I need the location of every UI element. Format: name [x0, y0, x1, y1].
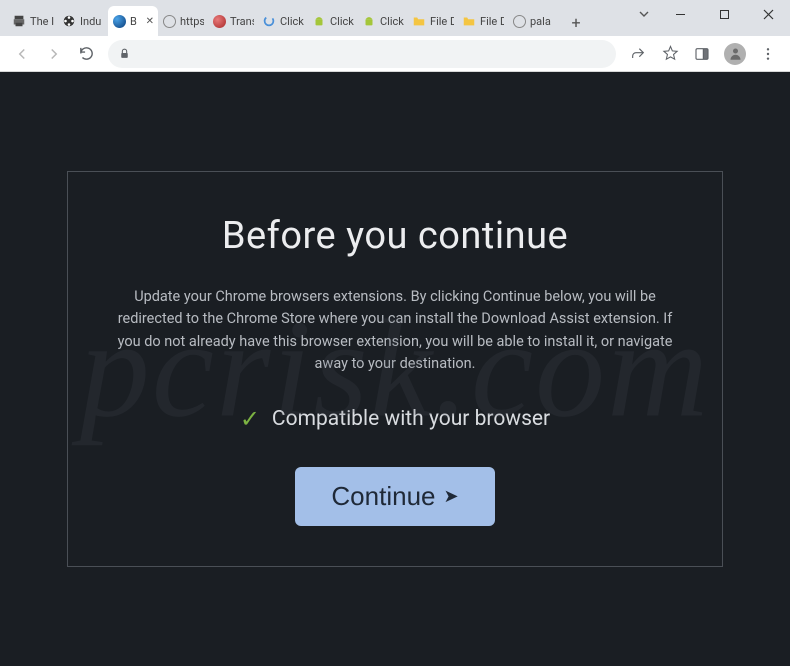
tab-label: File D — [480, 15, 504, 28]
red-circle-icon — [212, 14, 226, 28]
tab-label: Click — [280, 15, 304, 28]
sidepanel-button[interactable] — [688, 40, 716, 68]
printer-icon — [12, 14, 26, 28]
bookmark-button[interactable] — [656, 40, 684, 68]
tab-6[interactable]: Click — [308, 6, 358, 36]
back-button[interactable] — [8, 40, 36, 68]
tab-label: B — [130, 15, 144, 28]
address-bar[interactable] — [108, 40, 616, 68]
arrow-icon: ➤ — [443, 486, 458, 507]
profile-button[interactable] — [724, 43, 746, 65]
tab-label: https — [180, 15, 204, 28]
globe-icon — [512, 14, 526, 28]
tabs-row: The I Indu B ✕ https Trans — [0, 0, 590, 36]
tab-5[interactable]: Click — [258, 6, 308, 36]
window-titlebar: The I Indu B ✕ https Trans — [0, 0, 790, 36]
tab-label: Indu — [80, 15, 104, 28]
close-icon[interactable]: ✕ — [146, 16, 154, 27]
compatibility-text: Compatible with your browser — [272, 407, 550, 431]
tab-0[interactable]: The I — [8, 6, 58, 36]
maximize-button[interactable] — [702, 0, 746, 28]
toolbar-right — [624, 40, 782, 68]
tab-4[interactable]: Trans — [208, 6, 258, 36]
folder-icon — [412, 14, 426, 28]
dialog-body: Update your Chrome browsers extensions. … — [110, 286, 680, 376]
compatibility-row: ✓ Compatible with your browser — [110, 405, 680, 433]
continue-button[interactable]: Continue ➤ — [295, 467, 494, 526]
continue-dialog: Before you continue Update your Chrome b… — [67, 171, 723, 568]
tab-label: pala — [530, 15, 554, 28]
globe-icon — [162, 14, 176, 28]
tab-7[interactable]: Click — [358, 6, 408, 36]
checkmark-icon: ✓ — [240, 405, 260, 433]
blue-globe-icon — [112, 14, 126, 28]
android-icon — [312, 14, 326, 28]
minimize-button[interactable] — [658, 0, 702, 28]
forward-button[interactable] — [40, 40, 68, 68]
window-controls — [630, 0, 790, 30]
tab-10[interactable]: pala — [508, 6, 558, 36]
close-button[interactable] — [746, 0, 790, 28]
tab-label: Click — [330, 15, 354, 28]
tab-label: The I — [30, 15, 54, 28]
folder-icon — [462, 14, 476, 28]
tab-2-active[interactable]: B ✕ — [108, 6, 158, 36]
browser-toolbar — [0, 36, 790, 72]
lock-icon — [118, 47, 131, 60]
menu-button[interactable] — [754, 40, 782, 68]
film-icon — [62, 14, 76, 28]
android-icon — [362, 14, 376, 28]
spinner-icon — [262, 14, 276, 28]
continue-label: Continue — [331, 481, 435, 512]
tab-1[interactable]: Indu — [58, 6, 108, 36]
tab-label: File D — [430, 15, 454, 28]
tab-label: Trans — [230, 15, 254, 28]
tab-3[interactable]: https — [158, 6, 208, 36]
new-tab-button[interactable]: + — [562, 8, 590, 36]
tab-label: Click — [380, 15, 404, 28]
tabs-dropdown-button[interactable] — [630, 0, 658, 28]
tab-9[interactable]: File D — [458, 6, 508, 36]
dialog-title: Before you continue — [110, 214, 680, 258]
page-content: pcrisk.com Before you continue Update yo… — [0, 72, 790, 666]
reload-button[interactable] — [72, 40, 100, 68]
share-button[interactable] — [624, 40, 652, 68]
tab-8[interactable]: File D — [408, 6, 458, 36]
